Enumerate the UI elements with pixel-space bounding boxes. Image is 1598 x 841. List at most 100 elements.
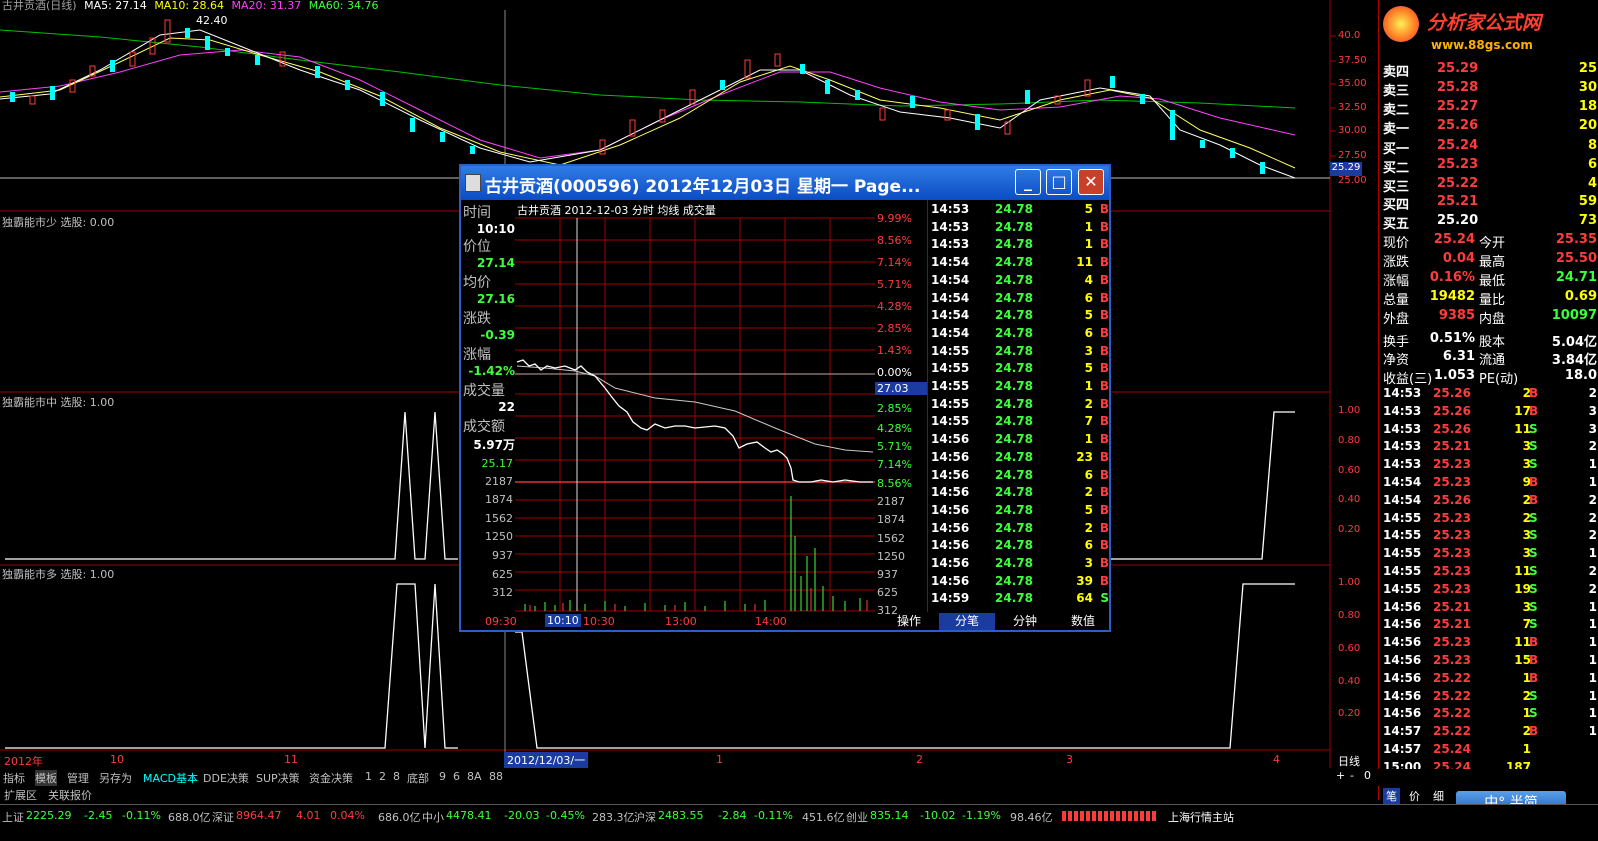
toolbar-item[interactable]: 底部 <box>407 770 429 786</box>
pct-axis-label: 625 <box>877 586 898 599</box>
trade-count: 1 <box>1588 724 1597 739</box>
trade-time: 14:54 <box>1383 475 1422 489</box>
toolbar-item[interactable]: 模板 <box>35 770 57 786</box>
zoom-reset-button[interactable]: 0 <box>1364 769 1371 782</box>
stat-value: 0.16% <box>1429 269 1475 285</box>
tick-volume: 1 <box>1084 237 1093 252</box>
toolbar-item[interactable]: 管理 <box>67 770 89 786</box>
toolbar-item[interactable]: 2 <box>379 770 386 783</box>
tab-detail[interactable]: 细 <box>1433 788 1444 804</box>
ask-label: 卖四 <box>1383 65 1410 80</box>
trade-count: 2 <box>1588 386 1597 400</box>
trade-time: 14:56 <box>1383 635 1422 650</box>
stat-value: 18.0 <box>1564 368 1597 384</box>
tick-volume: 5 <box>1084 361 1093 376</box>
tick-row: 14:54 24.78 6 B <box>927 326 1113 343</box>
trade-row: 14:55 25.23 19 S 2 <box>1379 582 1598 600</box>
ask-row: 卖二 25.27 18 <box>1379 99 1598 118</box>
left-axis-label: 937 <box>492 549 513 562</box>
stat-value: 10097 <box>1551 307 1597 323</box>
left-axis-label: 25.17 <box>481 457 514 470</box>
trade-price: 25.22 <box>1433 688 1471 703</box>
trade-side: S <box>1529 457 1538 472</box>
hs-index-amount: 451.6亿 <box>802 811 845 824</box>
tab-trades[interactable]: 笔 <box>1383 788 1400 804</box>
toolbar-item[interactable]: 6 <box>453 770 460 783</box>
hs-index-label[interactable]: 沪深 <box>634 809 656 825</box>
close-button[interactable]: ✕ <box>1078 169 1104 195</box>
intraday-popup-window[interactable]: 古井贡酒(000596) 2012年12月03日 星期一 Page... _ □… <box>459 164 1111 632</box>
trade-price: 25.26 <box>1433 492 1471 507</box>
toolbar-item[interactable]: DDE决策 <box>203 770 249 786</box>
server-name[interactable]: 上海行情主站 <box>1168 809 1234 825</box>
tab-minutes[interactable]: 分钟 <box>997 613 1053 630</box>
trade-side: S <box>1529 528 1538 543</box>
toolbar-item[interactable]: 另存为 <box>99 770 132 786</box>
tab-price[interactable]: 价 <box>1409 788 1420 804</box>
intraday-chart-svg[interactable] <box>515 216 875 614</box>
related-quotes-button[interactable]: 关联报价 <box>48 787 92 803</box>
minimize-button[interactable]: _ <box>1015 169 1041 195</box>
trade-row: 14:53 25.23 3 S 1 <box>1379 457 1598 475</box>
tick-volume: 3 <box>1084 343 1093 358</box>
tick-price: 24.78 <box>995 591 1033 606</box>
zoom-in-button[interactable]: + <box>1336 769 1345 782</box>
maximize-button[interactable]: □ <box>1046 169 1072 195</box>
tab-operate[interactable]: 操作 <box>881 613 937 630</box>
cy-index-label[interactable]: 创业 <box>846 809 868 825</box>
stat-label: 流通 <box>1479 353 1506 369</box>
price-axis-label: 37.50 <box>1338 55 1367 66</box>
trade-price: 25.23 <box>1433 457 1471 472</box>
amount-value: 5.97万 <box>473 438 515 452</box>
sh-index-label[interactable]: 上证 <box>2 809 24 825</box>
cursor-price-tag: 27.03 <box>875 382 927 395</box>
toolbar-item[interactable]: MACD基本 <box>143 770 198 786</box>
panel3-axis-label: 1.00 <box>1338 405 1361 416</box>
ma20-label: MA20: 31.37 <box>231 0 302 12</box>
tick-price: 24.78 <box>995 467 1033 482</box>
sz-index-label[interactable]: 深证 <box>212 809 234 825</box>
trade-time: 14:54 <box>1383 492 1422 507</box>
ask-label: 卖二 <box>1383 103 1410 118</box>
tick-volume: 2 <box>1084 520 1093 535</box>
tab-values[interactable]: 数值 <box>1055 613 1111 630</box>
zoom-out-button[interactable]: - <box>1350 769 1354 782</box>
toolbar-item[interactable]: 8A <box>467 770 482 783</box>
popup-title-bar[interactable]: 古井贡酒(000596) 2012年12月03日 星期一 Page... _ □… <box>461 166 1109 200</box>
panel4-axis-label: 0.20 <box>1338 708 1361 719</box>
tick-price: 24.78 <box>995 538 1033 553</box>
ask-row: 卖三 25.28 30 <box>1379 80 1598 99</box>
bid-row: 买一 25.24 8 <box>1379 138 1598 157</box>
bid-label: 买四 <box>1383 198 1410 214</box>
tick-side: B <box>1099 396 1109 411</box>
toolbar-item[interactable]: 88 <box>489 770 503 783</box>
bid-price: 25.20 <box>1437 213 1479 229</box>
tick-row: 14:56 24.78 2 B <box>927 521 1113 538</box>
tick-side: B <box>1099 573 1109 588</box>
bid-label: 买二 <box>1383 160 1410 176</box>
volume-value: 22 <box>498 400 515 414</box>
toolbar-item[interactable]: 指标 <box>3 770 25 786</box>
bid-price: 25.21 <box>1437 194 1479 210</box>
period-label[interactable]: 日线 <box>1338 753 1360 769</box>
toolbar-item[interactable]: SUP决策 <box>256 770 300 786</box>
tab-ticks[interactable]: 分笔 <box>939 613 995 630</box>
tick-time: 14:54 <box>931 255 970 270</box>
trade-side: B <box>1529 724 1539 739</box>
tick-price: 24.78 <box>995 343 1033 358</box>
toolbar-item[interactable]: 8 <box>393 770 400 783</box>
extension-area-button[interactable]: 扩展区 <box>4 787 37 803</box>
tick-volume: 5 <box>1084 308 1093 323</box>
pct-axis-label: 2.85% <box>877 322 912 335</box>
toolbar-item[interactable]: 1 <box>365 770 372 783</box>
toolbar-item[interactable]: 资金决策 <box>309 770 353 786</box>
tick-price: 24.78 <box>995 325 1033 340</box>
stat-value: 0.69 <box>1564 288 1597 304</box>
toolbar-item[interactable]: 9 <box>439 770 446 783</box>
ask-volume: 18 <box>1578 99 1597 114</box>
trade-side: S <box>1529 581 1538 596</box>
tick-row: 14:56 24.78 23 B <box>927 450 1113 467</box>
zx-index-label[interactable]: 中小 <box>422 809 444 825</box>
pct-axis-label: 4.28% <box>877 422 912 435</box>
stat-row: 涨幅 0.16% 最低 24.71 <box>1379 269 1598 289</box>
